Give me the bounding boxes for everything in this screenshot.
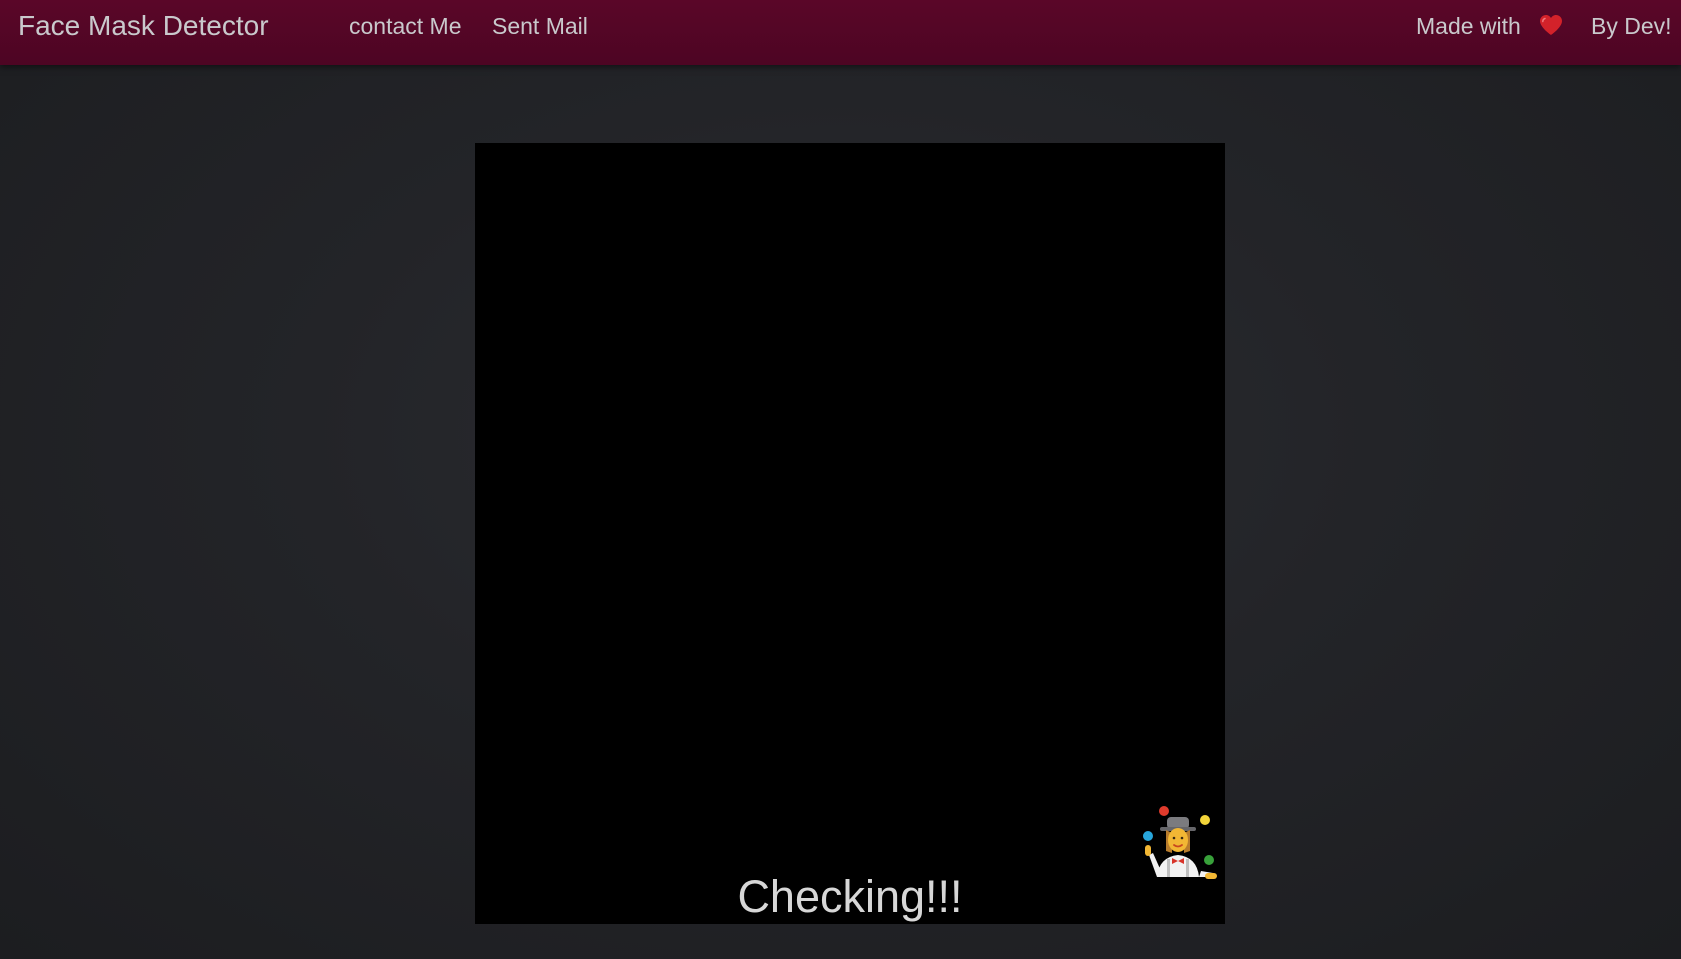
made-with-label: Made with <box>1416 13 1521 39</box>
by-dev-label: By Dev! <box>1591 13 1672 39</box>
brand-title[interactable]: Face Mask Detector <box>18 10 269 42</box>
webcam-video-frame: Checking!!! <box>475 143 1225 924</box>
heart-icon <box>1540 15 1562 35</box>
top-navbar: Face Mask Detector contact Me Sent Mail … <box>0 0 1681 65</box>
nav-link-contact[interactable]: contact Me <box>349 13 462 40</box>
detection-status-text: Checking!!! <box>737 871 963 922</box>
nav-link-sent-mail[interactable]: Sent Mail <box>492 13 588 40</box>
